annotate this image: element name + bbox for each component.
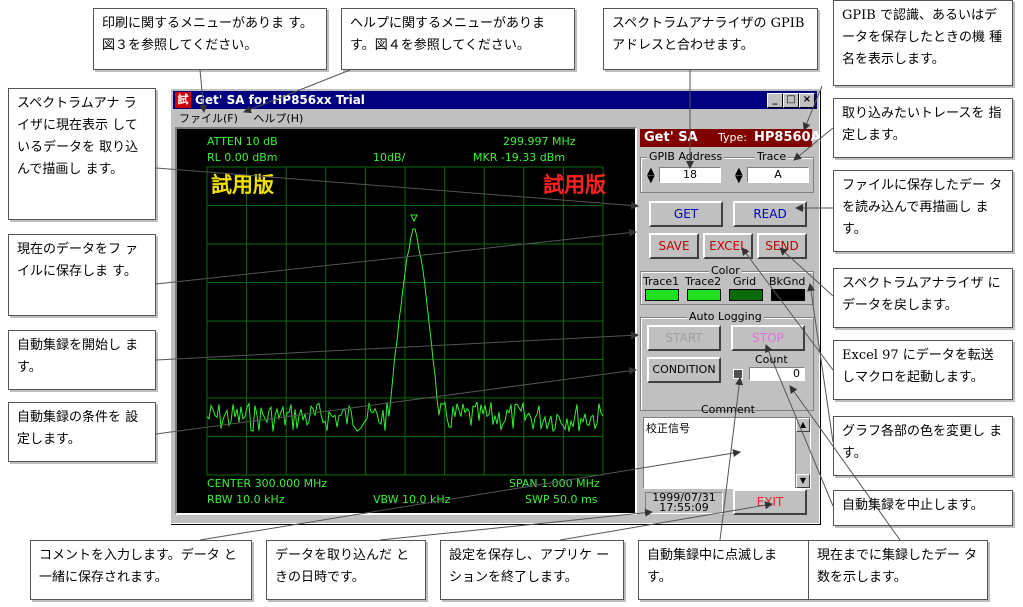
app-name: Get' SA: [644, 130, 698, 145]
gpib-spin-icon[interactable]: ▲ ▼: [647, 167, 655, 185]
callout-datetime: データを取り込んだ ときの日時です。: [266, 540, 426, 600]
title-bar[interactable]: 試 Get' SA for HP856xx Trial _ □ ×: [173, 91, 817, 109]
window-title: Get' SA for HP856xx Trial: [195, 93, 365, 107]
menu-file[interactable]: ファイル(F): [179, 112, 238, 125]
callout-stop: 自動集録を中止します。: [833, 490, 1013, 526]
color-trace2-swatch[interactable]: [687, 289, 721, 301]
color-trace2-label: Trace2: [685, 275, 722, 288]
rbw-text: RBW 10.0 kHz: [207, 493, 285, 506]
maximize-button[interactable]: □: [783, 93, 799, 108]
minimize-button[interactable]: _: [767, 93, 783, 108]
callout-gpib: スペクトラムアナライザの GPIB アドレスと合わせます。: [603, 8, 818, 70]
color-bkgnd-label: BkGnd: [769, 275, 806, 288]
swp-text: SWP 50.0 ms: [525, 493, 598, 506]
color-grid-label: Grid: [733, 275, 757, 288]
send-button[interactable]: SEND: [757, 233, 807, 259]
trial-label-right: 試用版: [543, 173, 606, 197]
scroll-up-icon[interactable]: ▲: [796, 418, 810, 432]
scroll-down-icon[interactable]: ▼: [796, 474, 810, 488]
callout-exit: 設定を保存し、アプリケ ーションを終了します。: [440, 540, 624, 600]
type-label: Type:: [718, 131, 747, 144]
marker-freq-text: 299.997 MHz: [503, 135, 576, 148]
color-trace1-label: Trace1: [643, 275, 680, 288]
comment-textarea[interactable]: 校正信号 ▲ ▼: [643, 417, 811, 489]
count-field: 0: [749, 367, 805, 381]
type-value: HP8560A: [754, 130, 821, 145]
condition-button[interactable]: CONDITION: [647, 357, 721, 383]
callout-excel: Excel 97 にデータを転送 しマクロを起動します。: [833, 340, 1013, 400]
trace-spin-icon[interactable]: ▲ ▼: [735, 167, 743, 185]
marker-text: MKR -19.33 dBm: [473, 151, 566, 164]
start-button[interactable]: START: [647, 325, 721, 351]
gpib-address-field[interactable]: 18: [659, 167, 721, 183]
close-button[interactable]: ×: [799, 93, 815, 108]
comment-label: Comment: [701, 403, 755, 416]
callout-condition: 自動集録の条件を 設定します。: [8, 402, 156, 462]
comment-scrollbar[interactable]: ▲ ▼: [795, 418, 810, 488]
auto-logging-label: Auto Logging: [687, 310, 764, 323]
menu-bar: ファイル(F) ヘルプ(H): [173, 110, 817, 127]
stop-button[interactable]: STOP: [731, 325, 805, 351]
callout-blink: 自動集録中に点滅しま す。: [638, 540, 810, 600]
vbw-text: VBW 10.0 kHz: [373, 493, 451, 506]
ref-level-text: RL 0.00 dBm: [207, 151, 278, 164]
callout-save: 現在のデータをフ ァイルに保存しま す。: [8, 234, 156, 316]
atten-text: ATTEN 10 dB: [207, 135, 278, 148]
callout-comment: コメントを入力します。データ と一緒に保存されます。: [30, 540, 252, 600]
control-panel: Get' SA Type: HP8560A GPIB Address Trace…: [637, 127, 821, 517]
scale-text: 10dB/: [373, 151, 406, 164]
app-icon[interactable]: 試: [175, 92, 191, 108]
callout-get: スペクトラムアナ ライザに現在表示 しているデータを 取り込んで描画し ます。: [8, 88, 156, 220]
callout-type: GPIB で認識、あるいはデ ータを保存したときの機 種名を表示します。: [833, 0, 1013, 86]
spectrum-display: ATTEN 10 dB RL 0.00 dBm 10dB/ 299.997 MH…: [175, 127, 637, 515]
marker-icon: [410, 214, 418, 223]
datetime-display: 1999/07/31 17:55:09: [645, 492, 723, 514]
app-badge: Get' SA Type: HP8560A: [640, 129, 821, 147]
get-button[interactable]: GET: [649, 201, 723, 227]
callout-send: スペクトラムアナライザ にデータを戻します。: [833, 268, 1013, 328]
read-button[interactable]: READ: [733, 201, 807, 227]
callout-count: 現在までに集録したデー タ数を示します。: [808, 540, 988, 600]
callout-trace: 取り込みたいトレースを 指定します。: [833, 98, 1013, 158]
save-button[interactable]: SAVE: [649, 233, 699, 259]
time-text: 17:55:09: [659, 501, 709, 514]
callout-print-menu: 印刷に関するメニューがありま す。図３を参照してください。: [93, 8, 327, 70]
color-trace1-swatch[interactable]: [645, 289, 679, 301]
grid: [206, 166, 604, 476]
logging-indicator: [733, 369, 743, 379]
count-label: Count: [755, 353, 788, 366]
trial-label-left: 試用版: [211, 173, 274, 197]
span-text: SPAN 1.000 MHz: [509, 477, 600, 490]
callout-read: ファイルに保存したデー タを読み込んで再描画し ます。: [833, 170, 1013, 252]
app-window: 試 Get' SA for HP856xx Trial _ □ × ファイル(F…: [170, 88, 821, 524]
callout-help-menu: ヘルプに関するメニューがありま す。図４を参照してください。: [341, 8, 575, 70]
callout-start: 自動集録を開始し ます。: [8, 330, 156, 390]
comment-text: 校正信号: [646, 422, 690, 435]
menu-help[interactable]: ヘルプ(H): [253, 112, 303, 125]
trace-label: Trace: [755, 150, 789, 163]
exit-button[interactable]: EXIT: [733, 489, 807, 515]
center-text: CENTER 300.000 MHz: [207, 477, 328, 490]
color-grid-swatch[interactable]: [729, 289, 763, 301]
color-bkgnd-swatch[interactable]: [771, 289, 805, 301]
gpib-label: GPIB Address: [647, 150, 725, 163]
trace-field[interactable]: A: [747, 167, 809, 183]
callout-color: グラフ各部の色を変更し ます。: [833, 416, 1013, 476]
excel-button[interactable]: EXCEL: [703, 233, 753, 259]
